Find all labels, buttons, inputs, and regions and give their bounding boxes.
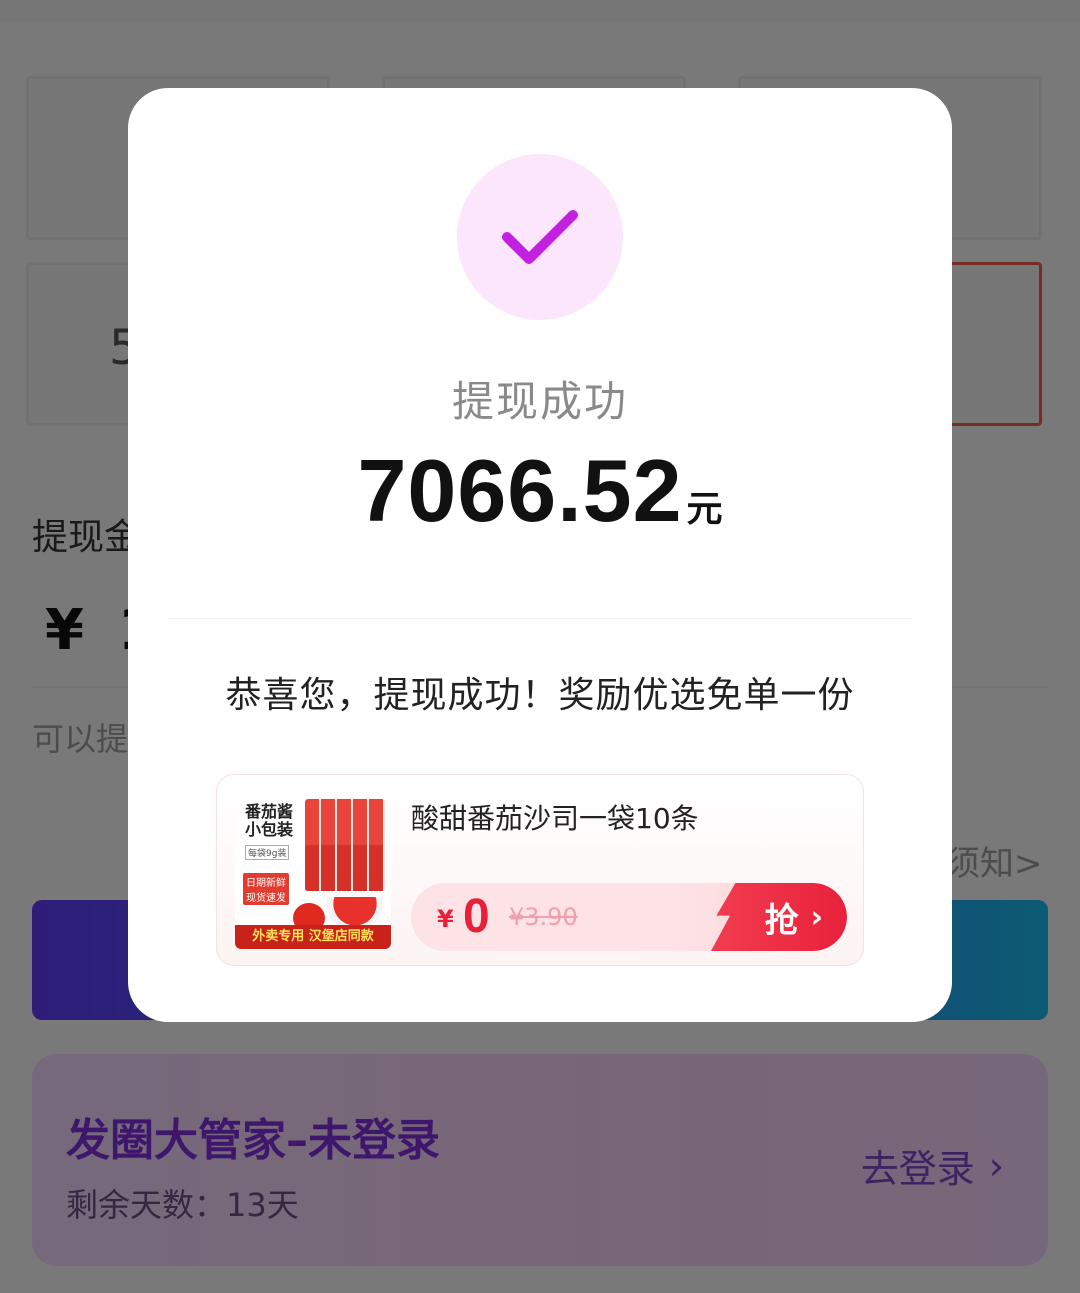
product-packs: [305, 845, 385, 891]
check-icon: [457, 154, 623, 320]
product-image: 番茄酱 小包装 每袋9g装 日期新鲜 现货速发 外卖专用 汉堡店同款: [235, 793, 391, 949]
product-image-banner: 外卖专用 汉堡店同款: [235, 925, 391, 949]
product-image-tag: 现货速发: [243, 888, 289, 905]
chevron-right-icon: ›: [810, 899, 823, 935]
product-image-sub: 每袋9g装: [245, 845, 290, 860]
modal-title: 提现成功: [451, 377, 628, 426]
price-bar: ¥ 0 ¥3.90 抢 ›: [411, 883, 847, 951]
grab-button[interactable]: 抢 ›: [711, 883, 847, 951]
amount-value: 7066.52: [357, 441, 683, 540]
product-name: 酸甜番茄沙司一袋10条: [411, 802, 699, 835]
amount-unit: 元: [686, 489, 723, 530]
success-modal: 提现成功 7066.52 元 恭喜您，提现成功！奖励优选免单一份 番茄酱 小包装 …: [128, 88, 952, 1022]
product-card[interactable]: 番茄酱 小包装 每袋9g装 日期新鲜 现货速发 外卖专用 汉堡店同款 酸甜番茄沙…: [216, 774, 864, 966]
price-currency: ¥: [437, 905, 454, 933]
withdraw-amount: 7066.52 元: [128, 440, 952, 542]
grab-label: 抢: [764, 900, 799, 941]
congrats-text: 恭喜您，提现成功！奖励优选免单一份: [225, 675, 855, 716]
price-original: ¥3.90: [509, 903, 578, 931]
product-image-title: 番茄酱 小包装: [245, 802, 294, 839]
price-now: 0: [463, 890, 490, 943]
divider: [168, 618, 912, 619]
